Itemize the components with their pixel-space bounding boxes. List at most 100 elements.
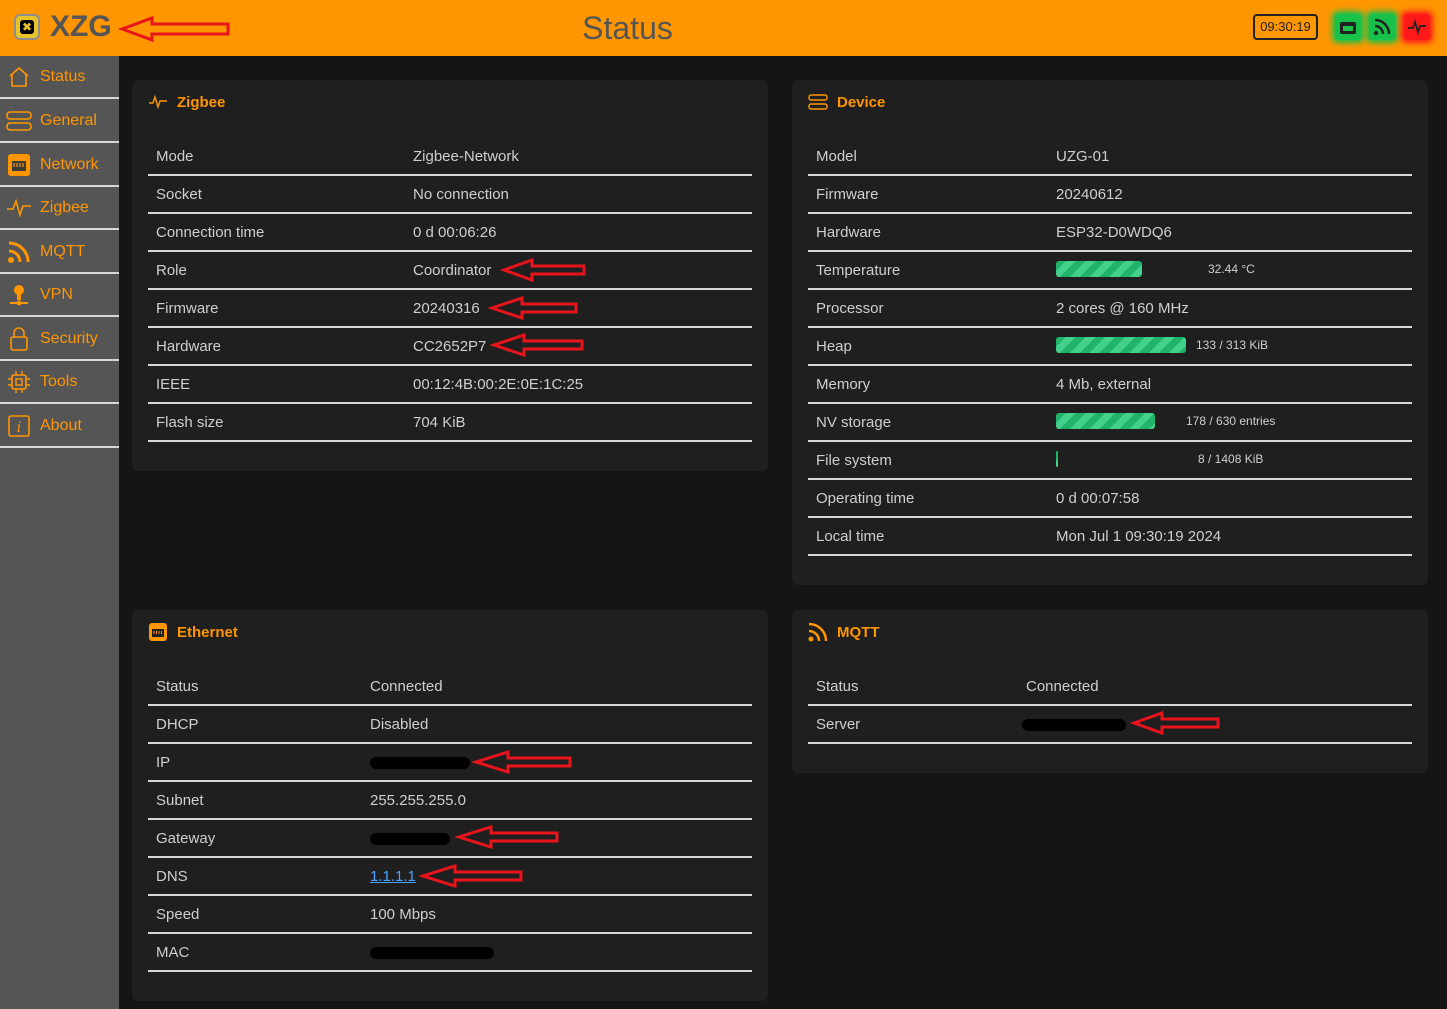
heap-bar bbox=[1056, 337, 1186, 353]
clock: 09:30:19 bbox=[1253, 14, 1318, 40]
table-row: Mode Zigbee-Network bbox=[148, 138, 752, 176]
table-row: Firmware 20240316 bbox=[148, 290, 752, 328]
table-row: Connection time 0 d 00:06:26 bbox=[148, 214, 752, 252]
heap-value: 133 / 313 KiB bbox=[1196, 338, 1269, 352]
header: ✖ XZG Status 09:30:19 bbox=[0, 0, 1447, 56]
info-icon: i bbox=[6, 413, 32, 439]
row-value: Coordinator bbox=[413, 262, 492, 279]
nv-storage-value: 178 / 630 entries bbox=[1186, 414, 1276, 428]
row-value: 20240316 bbox=[413, 300, 480, 317]
mac-value bbox=[370, 944, 494, 961]
sidebar-item-label: Security bbox=[40, 329, 98, 347]
page-title: Status bbox=[582, 10, 673, 46]
sidebar-item-label: Network bbox=[40, 155, 99, 173]
table-row: Status Connected bbox=[808, 668, 1412, 706]
sidebar-item-about[interactable]: i About bbox=[0, 405, 119, 448]
sidebar-item-general[interactable]: General bbox=[0, 100, 119, 143]
sidebar-item-label: MQTT bbox=[40, 242, 86, 260]
sidebar-item-label: Zigbee bbox=[40, 198, 89, 216]
row-value: 704 KiB bbox=[413, 414, 466, 431]
table-row: Gateway bbox=[148, 820, 752, 858]
table-row: Status Connected bbox=[148, 668, 752, 706]
table-row: DHCP Disabled bbox=[148, 706, 752, 744]
rss-icon bbox=[808, 622, 830, 642]
table-row: IP bbox=[148, 744, 752, 782]
sidebar-item-status[interactable]: Status bbox=[0, 56, 119, 99]
table-row: Role Coordinator bbox=[148, 252, 752, 290]
lock-icon bbox=[6, 326, 32, 352]
table-row: Processor 2 cores @ 160 MHz bbox=[808, 290, 1412, 328]
sidebar-item-network[interactable]: Network bbox=[0, 144, 119, 187]
sidebar-item-zigbee[interactable]: Zigbee bbox=[0, 187, 119, 230]
row-key: Mode bbox=[156, 148, 194, 165]
table-row: Speed 100 Mbps bbox=[148, 896, 752, 934]
sidebar-item-tools[interactable]: Tools bbox=[0, 361, 119, 404]
gateway-link[interactable] bbox=[370, 830, 450, 847]
row-key: Connection time bbox=[156, 224, 265, 241]
row-key: Hardware bbox=[156, 338, 222, 355]
table-row: Flash size 704 KiB bbox=[148, 404, 752, 442]
ip-link[interactable] bbox=[370, 754, 470, 771]
row-key: IEEE bbox=[156, 376, 191, 393]
table-row: Server bbox=[808, 706, 1412, 744]
table-row: Model UZG-01 bbox=[808, 138, 1412, 176]
row-key: Role bbox=[156, 262, 187, 279]
sidebar-item-label: VPN bbox=[40, 285, 73, 303]
mqtt-server-link[interactable] bbox=[1022, 716, 1126, 733]
sidebar-item-vpn[interactable]: VPN bbox=[0, 274, 119, 317]
table-row: Temperature 32.44 °C bbox=[808, 252, 1412, 290]
annotation-arrow-icon bbox=[488, 296, 578, 320]
ethernet-icon bbox=[148, 622, 170, 642]
annotation-arrow-icon bbox=[500, 258, 586, 282]
table-row: IEEE 00:12:4B:00:2E:0E:1C:25 bbox=[148, 366, 752, 404]
table-row: Subnet 255.255.255.0 bbox=[148, 782, 752, 820]
table-row: Hardware CC2652P7 bbox=[148, 328, 752, 366]
row-value: No connection bbox=[413, 186, 509, 203]
row-value: 00:12:4B:00:2E:0E:1C:25 bbox=[413, 376, 584, 393]
card-title: Ethernet bbox=[148, 622, 238, 642]
sidebar: Status General Network Zigbee MQTT VPN S… bbox=[0, 56, 119, 1009]
ethernet-status-icon[interactable] bbox=[1335, 14, 1361, 40]
table-row: Operating time 0 d 00:07:58 bbox=[808, 480, 1412, 518]
sidebar-item-label: Status bbox=[40, 67, 86, 85]
home-icon bbox=[6, 64, 32, 90]
file-system-bar bbox=[1056, 451, 1058, 467]
table-row: NV storage 178 / 630 entries bbox=[808, 404, 1412, 442]
sidebar-item-security[interactable]: Security bbox=[0, 318, 119, 361]
annotation-arrow-icon bbox=[490, 333, 584, 357]
row-key: Socket bbox=[156, 186, 202, 203]
mqtt-status-icon[interactable] bbox=[1369, 14, 1395, 40]
server-icon bbox=[6, 108, 32, 134]
row-value: 0 d 00:06:26 bbox=[413, 224, 497, 241]
table-row: Local time Mon Jul 1 09:30:19 2024 bbox=[808, 518, 1412, 556]
file-system-value: 8 / 1408 KiB bbox=[1198, 452, 1264, 466]
mqtt-card: MQTT Status Connected Server bbox=[792, 610, 1428, 773]
annotation-arrow-icon bbox=[455, 825, 559, 849]
table-row: Memory 4 Mb, external bbox=[808, 366, 1412, 404]
card-title: MQTT bbox=[808, 622, 880, 642]
ethernet-card: Ethernet Status Connected DHCP Disabled … bbox=[132, 610, 768, 1001]
temperature-bar bbox=[1056, 261, 1142, 277]
card-title: Zigbee bbox=[148, 92, 225, 112]
sidebar-item-mqtt[interactable]: MQTT bbox=[0, 231, 119, 274]
sidebar-item-label: About bbox=[40, 416, 82, 434]
table-row: MAC bbox=[148, 934, 752, 972]
row-key: Firmware bbox=[156, 300, 219, 317]
annotation-arrow-icon bbox=[419, 864, 523, 888]
dns-link[interactable]: 1.1.1.1 bbox=[370, 868, 416, 885]
zigbee-status-icon[interactable] bbox=[1404, 14, 1430, 40]
table-row: Hardware ESP32-D0WDQ6 bbox=[808, 214, 1412, 252]
rss-icon bbox=[6, 239, 32, 265]
pulse-icon bbox=[6, 195, 32, 221]
svg-text:i: i bbox=[17, 420, 21, 436]
annotation-arrow-icon bbox=[472, 750, 572, 774]
device-card: Device Model UZG-01 Firmware 20240612 Ha… bbox=[792, 80, 1428, 585]
card-title: Device bbox=[808, 92, 885, 112]
annotation-arrow-icon bbox=[1130, 711, 1220, 735]
ethernet-icon bbox=[6, 152, 32, 178]
chip-icon bbox=[6, 369, 32, 395]
sidebar-item-label: Tools bbox=[40, 372, 78, 390]
table-row: Socket No connection bbox=[148, 176, 752, 214]
pulse-icon bbox=[148, 92, 170, 112]
zigbee-card: Zigbee Mode Zigbee-Network Socket No connec… bbox=[132, 80, 768, 471]
